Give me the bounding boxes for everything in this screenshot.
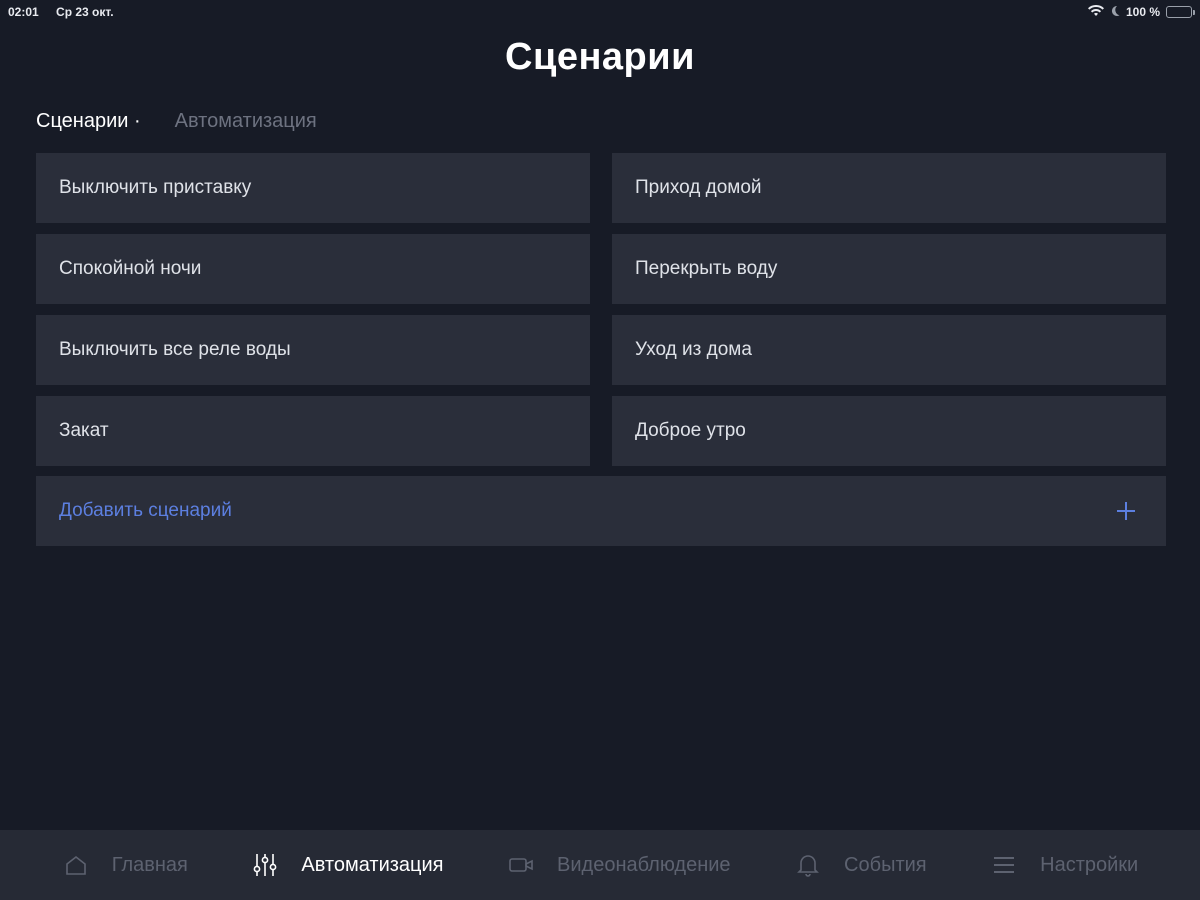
scenario-card[interactable]: Уход из дома — [612, 315, 1166, 385]
nav-item-automation[interactable]: Автоматизация — [251, 851, 444, 879]
nav-item-events[interactable]: События — [794, 851, 927, 879]
nav-label: Настройки — [1040, 853, 1139, 876]
sliders-icon — [251, 851, 279, 879]
scenario-card[interactable]: Спокойной ночи — [36, 234, 590, 304]
scenario-card[interactable]: Приход домой — [612, 153, 1166, 223]
add-scenario-label: Добавить сценарий — [59, 500, 232, 521]
nav-label: Видеонаблюдение — [557, 853, 731, 876]
scenario-card[interactable]: Выключить все реле воды — [36, 315, 590, 385]
status-left: 02:01 Ср 23 окт. — [8, 5, 128, 19]
tab-automation[interactable]: Автоматизация — [175, 110, 317, 133]
menu-icon — [990, 851, 1018, 879]
bottom-nav: Главная Автоматизация Видеонаблюдение Со… — [0, 830, 1200, 900]
tab-scenarios[interactable]: Сценарии · — [36, 110, 141, 133]
nav-label: Главная — [111, 853, 188, 876]
scenario-card[interactable]: Выключить приставку — [36, 153, 590, 223]
tab-bar: Сценарии · Автоматизация — [36, 110, 317, 133]
battery-icon — [1166, 6, 1195, 18]
status-right: 100 % — [1087, 4, 1195, 20]
nav-item-home[interactable]: Главная — [62, 851, 188, 879]
nav-label: Автоматизация — [301, 853, 444, 876]
nav-item-settings[interactable]: Настройки — [990, 851, 1138, 879]
home-icon — [62, 851, 90, 879]
battery-percent: 100 % — [1125, 5, 1160, 19]
scenario-card[interactable]: Перекрыть воду — [612, 234, 1166, 304]
nav-item-video[interactable]: Видеонаблюдение — [507, 851, 731, 879]
add-scenario-button[interactable]: Добавить сценарий — [36, 476, 1166, 546]
scenario-card[interactable]: Закат — [36, 396, 590, 466]
status-time: 02:01 — [8, 5, 39, 19]
moon-icon — [1110, 5, 1120, 20]
plus-icon — [1116, 501, 1136, 521]
page-title: Сценарии — [505, 36, 695, 78]
bell-icon — [794, 851, 822, 879]
wifi-icon — [1087, 4, 1104, 20]
scenario-grid: Выключить приставку Приход домой Спокойн… — [36, 153, 1166, 466]
scenario-card[interactable]: Доброе утро — [612, 396, 1166, 466]
nav-label: События — [844, 853, 927, 876]
camera-icon — [507, 851, 535, 879]
status-bar: 02:01 Ср 23 окт. 100 % — [0, 0, 1200, 24]
status-date: Ср 23 окт. — [56, 5, 114, 19]
